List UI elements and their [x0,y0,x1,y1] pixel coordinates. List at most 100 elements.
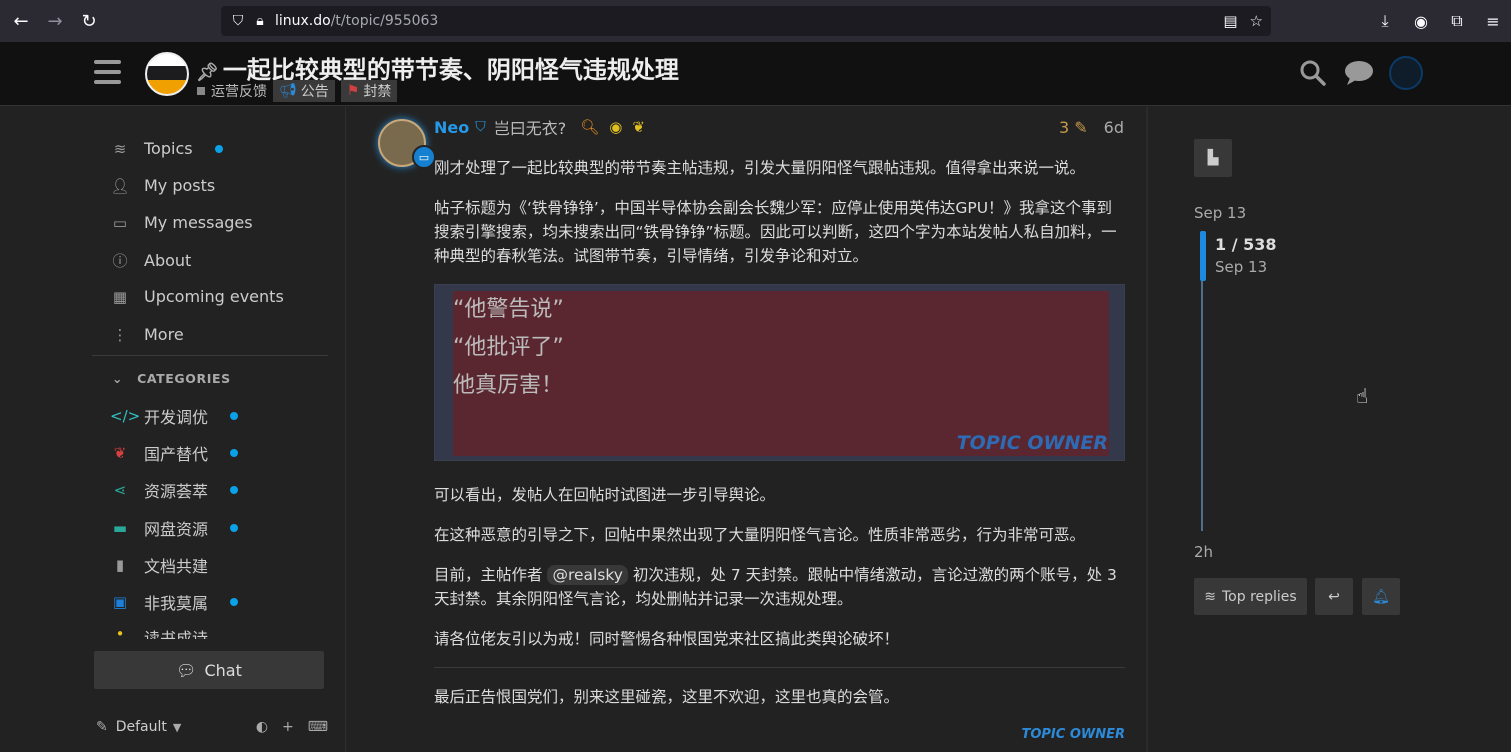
post-age[interactable]: 6d [1104,118,1124,137]
extensions-icon[interactable]: ⧉ [1439,6,1475,36]
sidebar-category-reading[interactable]: • 读书成诗 [110,625,208,639]
post-paragraph: 目前，主帖作者 @realsky 初次违规，处 7 天封禁。跟帖中情绪激动，言论… [434,565,1117,608]
hamburger-menu-icon[interactable] [94,60,121,84]
user-mention[interactable]: @realsky [547,565,628,585]
author-name[interactable]: Neo [434,118,469,137]
bookmark-star-icon[interactable]: ☆ [1250,12,1263,30]
new-dot [214,144,223,153]
reload-icon[interactable]: ↻ [72,4,106,38]
keyboard-icon[interactable]: ⌨ [308,719,328,735]
post-paragraph: 请各位佬友引以为戒！同时警惕各种恨国党来社区搞此类舆论破坏！ [434,630,900,648]
post-paragraph: 在这种恶意的引导之下，回帖中果然出现了大量阴阳怪气言论。性质非常恶劣，行为非常可… [434,526,1086,544]
timeline-position: 1 / 538 [1215,235,1277,254]
category-link[interactable]: 运营反馈 [211,81,267,101]
bell-icon: 🔔︎ [1372,588,1390,605]
back-icon[interactable]: ← [4,4,38,38]
sidebar-item-more[interactable]: ⋮ More [110,325,184,344]
breadcrumb: 运营反馈 📢︎ 公告 ⚑ 封禁 [197,80,398,102]
categories-section-toggle[interactable]: ⌄ CATEGORIES [112,371,231,386]
sidebar-footer: ✎ Default ▼ ◐ + ⌨ [96,719,328,735]
pencil-icon: ✎ [1074,117,1088,137]
sidebar-divider [92,355,328,356]
chat-bubble-icon[interactable] [1343,57,1375,89]
user-avatar[interactable] [1389,56,1423,90]
new-dot [230,449,239,457]
shield-icon: ⛉ [475,119,486,135]
sprout-icon: ❦ [113,444,127,462]
reply-button[interactable]: ↩ [1315,578,1353,615]
more-icon: ⋮ [112,325,128,344]
forward-icon[interactable]: → [38,4,72,38]
calendar-icon: ▦ [112,287,128,306]
download-icon[interactable]: ⤓ [1367,6,1403,36]
inbox-icon: ▭ [112,213,128,232]
shield-icon[interactable]: ⛉ [227,13,249,29]
share-icon: ⋖ [113,481,127,499]
sprout-icon: ❦ [632,118,645,136]
theme-selector[interactable]: Default [116,719,167,735]
info-icon: ⓘ [112,252,128,270]
user-title: 岂曰无衣? [493,119,567,138]
post-paragraph: 最后正告恨国党们，别来这里碰瓷，这里不欢迎，这里也真的会管。 [434,688,900,706]
sidebar-category-domestic[interactable]: ❦ 国产替代 [110,441,239,465]
new-dot [230,412,239,420]
sidebar-category-jobs[interactable]: ▣ 非我莫属 [110,590,239,614]
topic-owner-tag: TOPIC OWNER [1021,727,1125,742]
user-icon: 👤︎ [110,176,130,195]
lock-icon[interactable]: 🔒︎ [249,13,271,29]
new-dot [230,524,239,532]
timeline-end-label[interactable]: 2h [1194,543,1213,561]
book-icon: ▮ [115,556,125,574]
quote-line: 他真厉害！ [453,373,564,398]
timeline-start-date[interactable]: Sep 13 [1194,204,1246,222]
layers-icon: ≋ [113,139,127,158]
top-replies-button[interactable]: ≋ Top replies [1194,578,1307,615]
sidebar-item-upcoming-events[interactable]: ▦ Upcoming events [110,287,284,306]
topic-timeline: ▙ Sep 13 1 / 538 Sep 13 2h ≋ Top replies … [1148,107,1511,752]
new-dot [230,486,239,494]
post-paragraph: 可以看出，发帖人在回帖时试图进一步引导舆论。 [434,486,776,504]
sidebar: ≋ Topics 👤︎ My posts ▭ My messages ⓘ About ▦… [0,107,346,752]
notifications-button[interactable]: 🔔︎ [1362,578,1400,615]
quote-image[interactable]: “他警告说” “他批评了” 他真厉害！ TOPIC OWNER [434,284,1125,461]
chat-bubble-icon: 💬︎ [176,660,197,680]
browser-toolbar: ← → ↻ ⛉ 🔒︎ linux.do/t/topic/955063 ▤ ☆ ⤓… [0,0,1511,42]
add-icon[interactable]: + [282,719,294,735]
sidebar-category-netdisk[interactable]: ▬ 网盘资源 [110,516,239,540]
book-open-icon: ▙ [1207,150,1219,166]
chevron-down-icon: ⌄ [112,371,124,386]
topic-post: ▭ Neo ⛉ 岂曰无衣? 🔍︎ ◉ ❦ 3 ✎ 6d 刚才处理了一起比较典型的… [346,107,1146,752]
timeline-handle[interactable] [1200,231,1206,281]
sidebar-category-resources[interactable]: ⋖ 资源荟萃 [110,478,239,502]
sidebar-item-about[interactable]: ⓘ About [110,250,191,271]
search-icon[interactable] [1297,57,1329,89]
sidebar-item-topics[interactable]: ≋ Topics [110,139,223,158]
briefcase-icon: ▣ [112,593,128,611]
edit-history-button[interactable]: 3 ✎ [1059,118,1088,137]
quote-lines: “他警告说” “他批评了” 他真厉害！ [453,291,564,405]
category-badge-icon [197,87,205,95]
eye-icon: ◉ [609,118,623,136]
address-bar[interactable]: ⛉ 🔒︎ linux.do/t/topic/955063 ▤ ☆ [221,6,1271,36]
author-avatar[interactable]: ▭ [378,119,436,169]
chat-button[interactable]: 💬︎ Chat [94,651,324,689]
site-header: 📌︎ 一起比较典型的带节奏、阴阳怪气违规处理 运营反馈 📢︎ 公告 ⚑ 封禁 [0,42,1511,106]
tag-ban[interactable]: ⚑ 封禁 [340,80,398,102]
layers-icon: ≋ [1204,588,1216,605]
sidebar-category-docs[interactable]: ▮ 文档共建 [110,553,208,577]
summary-button[interactable]: ▙ [1194,139,1232,177]
post-paragraph: 帖子标题为《‘铁骨铮铮’，中国半导体协会副会长魏少军：应停止使用英伟达GPU！》… [434,199,1117,265]
sidebar-category-dev[interactable]: </> 开发调优 [110,404,239,428]
tag-announcement[interactable]: 📢︎ 公告 [273,80,335,102]
url-text[interactable]: linux.do/t/topic/955063 [275,13,438,29]
dark-mode-toggle-icon[interactable]: ◐ [256,719,268,735]
sidebar-item-my-messages[interactable]: ▭ My messages [110,213,253,232]
account-icon[interactable]: ◉ [1403,6,1439,36]
post-meta: Neo ⛉ 岂曰无衣? 🔍︎ ◉ ❦ 3 ✎ 6d [434,115,1124,139]
site-logo[interactable] [145,52,189,96]
user-flair: 🔍︎ ◉ ❦ [580,118,645,136]
reader-view-icon[interactable]: ▤ [1223,12,1237,30]
brush-icon: ✎ [96,719,108,735]
menu-icon[interactable]: ≡ [1475,6,1511,36]
sidebar-item-my-posts[interactable]: 👤︎ My posts [110,176,215,195]
